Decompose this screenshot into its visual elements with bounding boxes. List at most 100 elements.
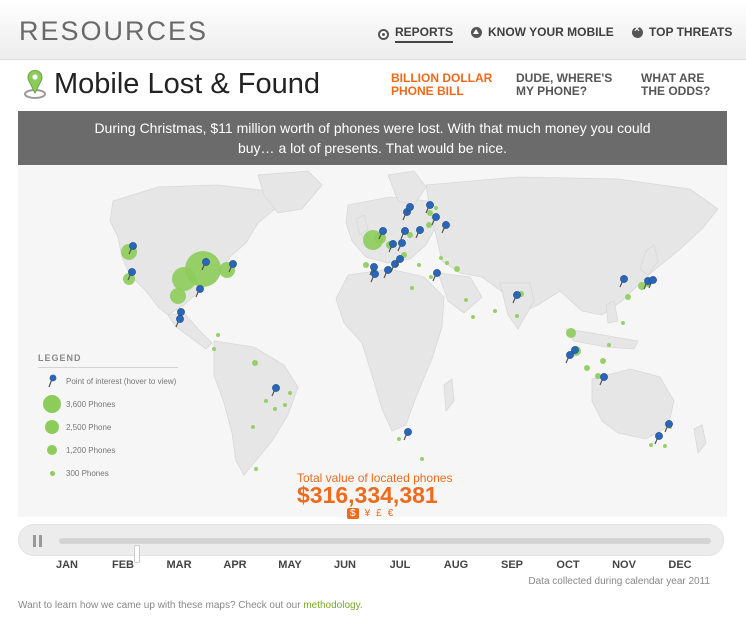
world-map[interactable] — [18, 165, 727, 517]
footer-end: . — [359, 600, 363, 611]
pause-icon — [33, 535, 36, 547]
phone-bubble — [410, 286, 414, 290]
legend-label: 1,200 Phones — [66, 445, 116, 455]
legend-label: 3,600 Phones — [66, 399, 116, 409]
bubble-1200-icon — [47, 445, 57, 455]
currency-eur[interactable]: € — [388, 508, 394, 519]
currency-usd[interactable]: $ — [347, 508, 359, 519]
phone-bubble — [252, 360, 258, 366]
data-collected-note: Data collected during calendar year 2011 — [528, 576, 710, 587]
info-banner: During Christmas, $11 million worth of p… — [18, 111, 727, 165]
bubble-2500-icon — [45, 420, 59, 434]
phone-bubble — [283, 403, 287, 407]
phone-bubble — [621, 321, 625, 325]
nav-reports[interactable]: REPORTS — [378, 25, 454, 43]
month-may[interactable]: MAY — [278, 559, 301, 571]
month-aug[interactable]: AUG — [444, 559, 468, 571]
phone-bubble — [212, 347, 216, 351]
month-apr[interactable]: APR — [223, 559, 246, 571]
phone-bubble — [434, 206, 438, 210]
phone-bubble — [584, 365, 590, 371]
nav-know-your-mobile[interactable]: KNOW YOUR MOBILE — [471, 25, 614, 39]
land-central-america — [167, 312, 213, 350]
subnav-line: THE ODDS? — [641, 84, 711, 98]
phone-bubble — [566, 328, 576, 338]
legend-item-pin: Point of interest (hover to view) — [38, 371, 176, 391]
phone-bubble — [454, 266, 460, 272]
month-dec[interactable]: DEC — [668, 559, 691, 571]
nav-reports-label: REPORTS — [395, 25, 454, 43]
legend-item-2500: 2,500 Phone — [38, 417, 111, 437]
poi-pin-icon[interactable] — [654, 432, 663, 445]
subnav-line: PHONE BILL — [391, 84, 464, 98]
radio-target-icon — [378, 28, 389, 40]
land-madagascar — [443, 378, 455, 413]
month-sep[interactable]: SEP — [501, 559, 523, 571]
poi-pin-icon[interactable] — [432, 269, 441, 282]
land-india — [499, 282, 535, 330]
currency-jpy[interactable]: ¥ — [365, 508, 371, 519]
phone-bubble — [493, 309, 497, 313]
brand-title: RESOURCES — [19, 16, 209, 46]
phone-bubble — [216, 333, 220, 337]
phone-bubble — [288, 391, 292, 395]
month-mar[interactable]: MAR — [166, 559, 191, 571]
poi-pin-icon[interactable] — [565, 351, 574, 364]
legend-item-3600: 3,600 Phones — [38, 394, 115, 414]
legend-item-300: 300 Phones — [38, 463, 109, 483]
month-jun[interactable]: JUN — [334, 559, 356, 571]
legend-label: 300 Phones — [66, 468, 109, 478]
legend-title: LEGEND — [38, 353, 178, 368]
month-nov[interactable]: NOV — [612, 559, 636, 571]
phone-bubble — [471, 315, 475, 319]
phone-bubble — [254, 467, 258, 471]
land-new-zealand — [693, 424, 707, 454]
nav-know-your-mobile-label: KNOW YOUR MOBILE — [488, 25, 614, 39]
phone-bubble — [363, 262, 369, 268]
legend-item-1200: 1,200 Phones — [38, 440, 115, 460]
phone-bubble — [445, 261, 449, 265]
nav-top-threats-label: TOP THREATS — [649, 25, 733, 39]
phone-bubble — [663, 444, 667, 448]
footer: Want to learn how we came up with these … — [18, 600, 363, 611]
phone-bubble — [420, 457, 424, 461]
phone-bubble — [625, 294, 631, 300]
world-map-svg — [109, 170, 719, 476]
poi-pin-icon[interactable] — [648, 276, 657, 289]
map-pin-icon — [24, 69, 46, 99]
land-arabia — [437, 272, 483, 314]
subnav-what-are-the-odds[interactable]: WHAT ARE THE ODDS? — [641, 72, 710, 98]
total-value: $316,334,381 — [297, 482, 438, 508]
poi-pin-icon[interactable] — [664, 420, 673, 433]
pause-icon — [39, 535, 42, 547]
poi-pin-icon[interactable] — [195, 285, 204, 298]
phone-bubble — [515, 314, 519, 318]
phone-bubble — [172, 267, 196, 291]
pin-icon — [38, 374, 66, 388]
timeline-track[interactable] — [59, 538, 711, 563]
month-feb[interactable]: FEB — [112, 559, 134, 571]
methodology-link[interactable]: methodology — [303, 600, 360, 611]
month-oct[interactable]: OCT — [556, 559, 579, 571]
currency-gbp[interactable]: £ — [376, 508, 382, 519]
poi-pin-icon[interactable] — [395, 255, 404, 268]
pause-button[interactable] — [33, 535, 43, 547]
phone-bubble — [649, 443, 653, 447]
legend-label: 2,500 Phone — [66, 422, 112, 432]
nav-top-threats[interactable]: TOP THREATS — [632, 24, 733, 39]
poi-pin-icon[interactable] — [403, 428, 412, 441]
phone-bubble — [600, 358, 606, 364]
currency-selector: $ ¥ £ € — [347, 508, 399, 519]
phone-bubble — [273, 407, 277, 411]
month-jan[interactable]: JAN — [56, 559, 78, 571]
subnav-billion-dollar-phone-bill[interactable]: BILLION DOLLAR PHONE BILL — [391, 72, 492, 98]
phone-bubble — [417, 263, 421, 267]
legend: LEGEND Point of interest (hover to view)… — [38, 353, 188, 478]
phone-bubble — [397, 437, 401, 441]
subnav-dude-wheres-my-phone[interactable]: DUDE, WHERE'S MY PHONE? — [516, 72, 612, 98]
phone-bubble — [427, 210, 433, 216]
bubble-3600-icon — [43, 395, 61, 413]
land-se-asia — [565, 328, 639, 350]
month-jul[interactable]: JUL — [390, 559, 411, 571]
phone-bubble — [595, 373, 601, 379]
